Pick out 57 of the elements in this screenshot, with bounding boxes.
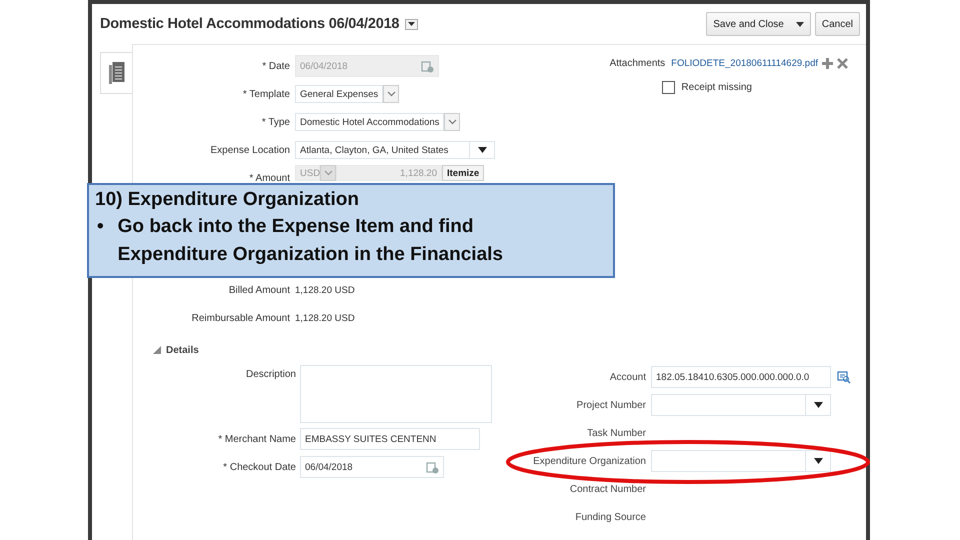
field-label: Billed Amount [228,284,290,296]
caret-icon [796,22,804,26]
bullet: • [97,214,104,239]
close-icon[interactable] [837,58,848,69]
field-label: * Date [262,60,290,72]
caret-icon [814,402,822,408]
field-label: * Merchant Name [218,434,296,444]
select-field[interactable]: General Expenses [295,85,384,103]
description-field[interactable] [300,365,492,423]
checkbox-label: Receipt missing [681,82,752,93]
field-label: * Template [242,88,290,100]
cancel-button[interactable]: Cancel [814,12,860,36]
field-label: Expenditure Organization [533,456,646,466]
caret-icon [408,22,416,26]
callout-text: Go back into the Expense Item and find Expenditure Organization in the Financials [118,214,504,268]
field-label: Description [246,368,296,380]
dropdown-button[interactable] [806,394,831,416]
text-field[interactable]: EMBASSY SUITES CENTENN [300,428,480,450]
field-label: Funding Source [575,512,646,522]
date-field[interactable]: 06/04/2018 [300,456,444,478]
combo-field[interactable] [651,394,806,416]
callout-title: 10) Expenditure Organization [95,188,360,212]
search-icon[interactable] [837,370,851,384]
document-tab[interactable] [100,52,132,94]
save-close-button[interactable]: Save and Close [706,12,811,36]
field-label: * Amount [249,172,290,184]
expanded-icon[interactable] [153,346,161,354]
account-field[interactable]: 182.05.18410.6305.000.000.000.0.0 [651,366,831,388]
calendar-icon[interactable] [426,460,439,474]
field-label: * Type [262,116,290,128]
select-field[interactable]: Domestic Hotel Accommodations [295,113,444,131]
document-icon [108,62,124,84]
field-label: Project Number [576,400,646,410]
dropdown-button[interactable] [806,450,831,472]
chevron-icon [324,170,332,176]
field-label: Contract Number [570,484,646,494]
amount-value: 1,128.20 USD [295,312,355,324]
caret-icon [814,458,822,464]
title-menu-button[interactable] [405,18,418,30]
dropdown-button[interactable] [470,141,495,159]
field-label: Attachments [610,58,666,69]
field-label: Reimbursable Amount [192,312,290,324]
caret-icon [478,147,486,153]
field-label: * Checkout Date [223,462,296,472]
field-label: Expense Location [210,144,290,156]
field-label: Account [610,372,646,382]
page-title: Domestic Hotel Accommodations 06/04/2018 [100,16,400,32]
attachment-link[interactable]: FOLIODETE_20180611114629.pdf [671,58,818,69]
plus-icon[interactable] [822,58,833,69]
chevron-icon [386,91,396,97]
chevron-icon [448,119,457,125]
combo-field[interactable] [651,450,806,472]
amount-value: 1,128.20 USD [295,284,355,296]
checkbox[interactable] [662,81,676,94]
combo-field[interactable]: Atlanta, Clayton, GA, United States [295,141,470,159]
section-header[interactable]: Details [166,344,199,356]
field-label: Task Number [587,428,646,438]
